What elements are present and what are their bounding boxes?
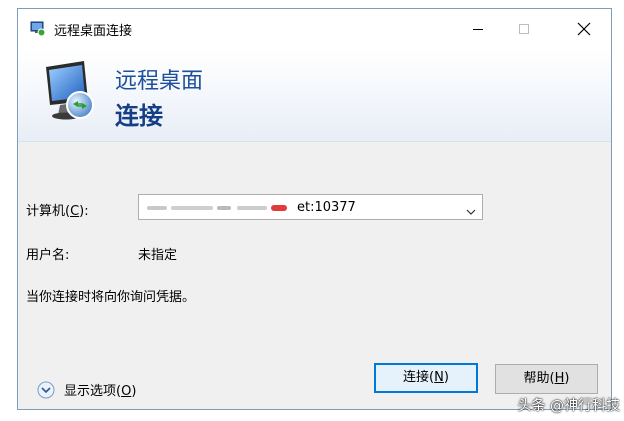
redacted-text-blur [147, 204, 287, 211]
computer-label: 计算机(C): [26, 204, 89, 219]
window-title: 远程桌面连接 [54, 24, 133, 39]
credentials-note: 当你连接时将向你询问凭据。 [26, 290, 196, 305]
maximize-button[interactable] [501, 9, 547, 49]
expand-circle-icon [37, 381, 55, 399]
connect-button[interactable]: 连接(N) [374, 363, 478, 393]
title-bar[interactable]: 远程桌面连接 [18, 9, 611, 49]
banner-title-line2: 连接 [115, 102, 163, 130]
dialog-body: 计算机(C): et:10377 用户名: 未指定 当你连接时将向你询问凭据。 [18, 142, 611, 409]
rdp-window: 远程桌面连接 远程桌面 连接 计算机(C): et:10377 用户名: 未指定… [17, 8, 612, 410]
rdp-app-icon [30, 21, 46, 37]
header-banner: 远程桌面 连接 [18, 49, 611, 142]
monitor-connection-icon [40, 59, 100, 129]
show-options-toggle[interactable]: 显示选项(O) [37, 380, 136, 399]
help-button[interactable]: 帮助(H) [495, 364, 598, 394]
computer-combobox[interactable]: et:10377 [138, 194, 483, 220]
username-label: 用户名: [26, 248, 70, 263]
username-value: 未指定 [138, 248, 178, 263]
close-icon [577, 22, 591, 36]
computer-value: et:10377 [147, 200, 356, 215]
maximize-icon [519, 24, 529, 34]
watermark-text: 头条 @神行科技 [517, 398, 620, 414]
minimize-button[interactable] [455, 9, 501, 49]
chevron-down-icon[interactable] [466, 202, 476, 221]
show-options-label: 显示选项(O) [64, 384, 137, 399]
banner-title-line1: 远程桌面 [115, 69, 204, 94]
close-button[interactable] [561, 9, 607, 49]
minimize-icon [473, 29, 483, 30]
